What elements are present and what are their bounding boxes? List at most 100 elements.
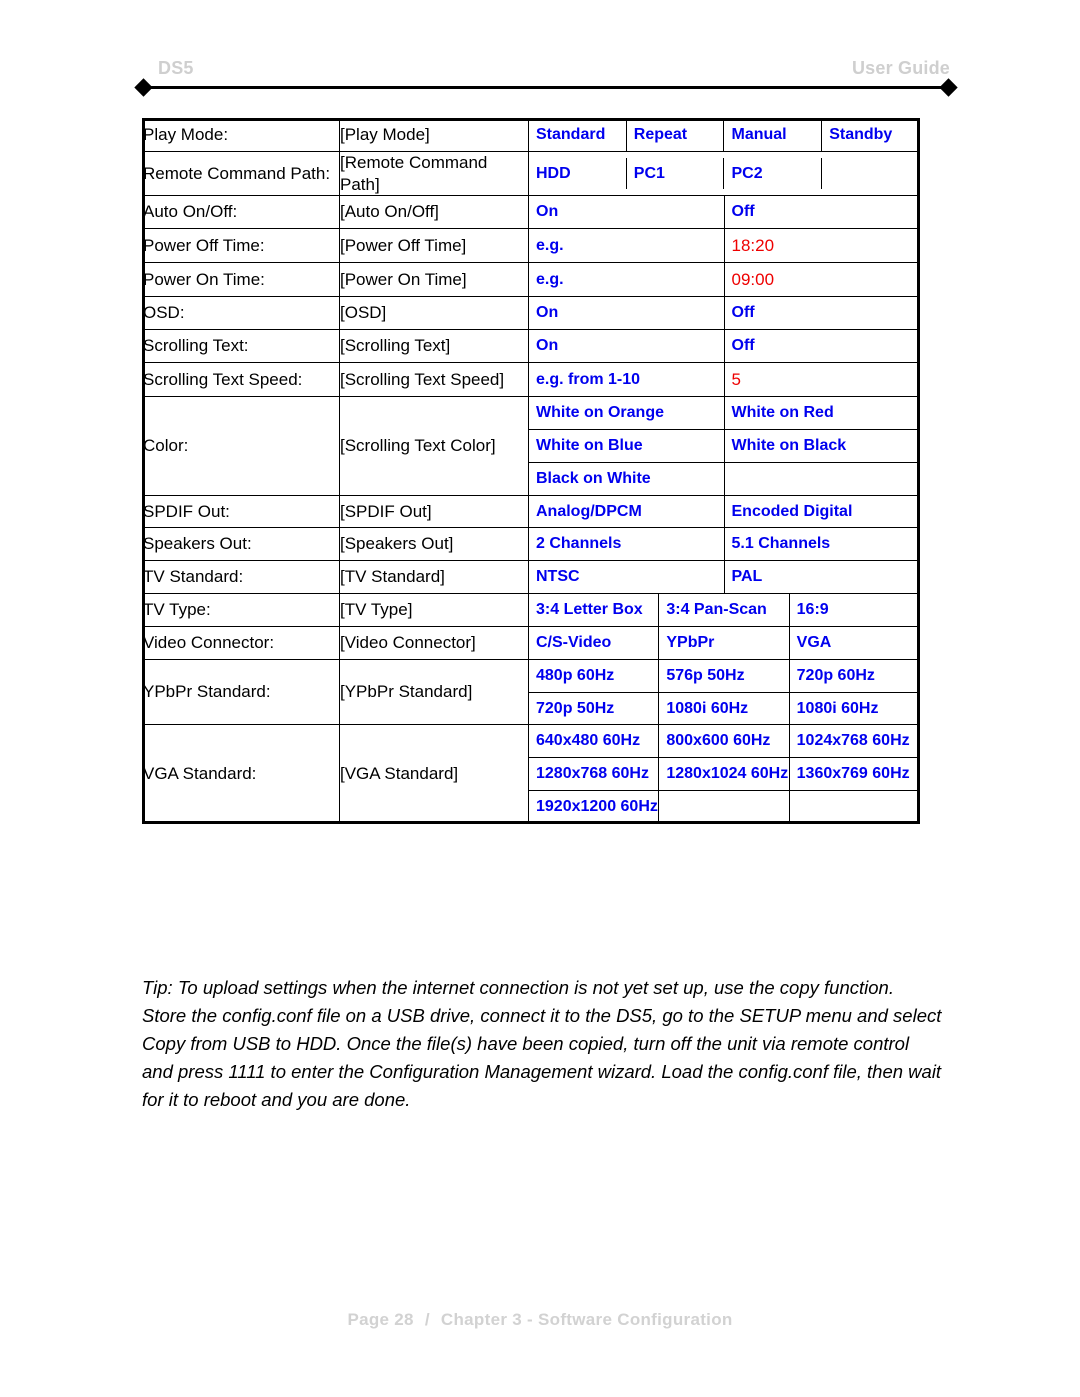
setting-options-cell: On Off — [528, 296, 920, 331]
option-choice[interactable]: 16:9 — [788, 594, 919, 626]
options-grid: 480p 60Hz 576p 50Hz 720p 60Hz 720p 50Hz 1080… — [529, 659, 919, 725]
option-cell-empty — [658, 789, 790, 823]
option-cell-empty — [788, 789, 919, 823]
settings-table: Play Mode: [Play Mode] Standard Repeat Manua… — [142, 118, 920, 824]
setting-token: [SPDIF Out] — [339, 494, 529, 529]
option-choice[interactable]: White on Red — [723, 397, 919, 430]
option-choice[interactable]: HDD — [529, 157, 627, 190]
options-grid: 3:4 Letter Box 3:4 Pan-Scan 16:9 — [529, 594, 919, 626]
option-choice[interactable]: Manual — [723, 119, 823, 151]
setting-token: [Auto On/Off] — [339, 195, 529, 230]
option-choice[interactable]: 1080i 60Hz — [788, 691, 919, 725]
setting-token: [TV Type] — [339, 593, 529, 627]
setting-token: [YPbPr Standard] — [339, 658, 529, 726]
setting-label: Scrolling Text: — [142, 329, 340, 363]
setting-options-cell: White on Orange White on Red White on Blue… — [528, 396, 920, 496]
option-choice[interactable]: e.g. — [529, 229, 725, 263]
option-choice[interactable]: 5.1 Channels — [723, 528, 919, 561]
option-choice[interactable]: C/S-Video — [529, 626, 660, 659]
options-row: Black on White — [529, 461, 919, 495]
setting-token: [Video Connector] — [339, 625, 529, 660]
option-choice[interactable]: Off — [723, 297, 919, 330]
option-choice[interactable]: On — [529, 297, 725, 330]
setting-token: [Scrolling Text Color] — [339, 396, 529, 496]
option-value[interactable]: 09:00 — [723, 263, 919, 297]
option-choice[interactable]: 576p 50Hz — [658, 659, 790, 693]
setting-options-cell: NTSC PAL — [528, 560, 920, 595]
option-choice[interactable]: Off — [723, 196, 919, 229]
option-choice[interactable]: 480p 60Hz — [529, 659, 660, 693]
option-choice[interactable]: 720p 60Hz — [788, 659, 919, 693]
diamond-left-icon — [134, 78, 153, 97]
table-row: VGA Standard: [VGA Standard] 640x480 60Hz 8… — [142, 724, 920, 824]
tip-paragraph: Tip: To upload settings when the interne… — [142, 976, 942, 1110]
option-choice[interactable]: White on Orange — [529, 397, 725, 430]
options-row: e.g. from 1-10 5 — [529, 362, 919, 397]
option-choice[interactable]: On — [529, 196, 725, 229]
options-row: Analog/DPCM Encoded Digital — [529, 495, 919, 528]
option-choice[interactable]: 720p 50Hz — [529, 691, 660, 725]
option-choice[interactable]: 1920x1200 60Hz — [529, 789, 660, 823]
table-row: Remote Command Path: [Remote Command Path… — [142, 150, 920, 197]
options-row: NTSC PAL — [529, 561, 919, 594]
table-row: OSD: [OSD] On Off — [142, 296, 920, 331]
options-row: Standard Repeat Manual Standby — [529, 119, 919, 151]
option-choice[interactable]: 1080i 60Hz — [658, 691, 790, 725]
options-row: On Off — [529, 330, 919, 362]
table-row: Video Connector: [Video Connector] C/S-Vid… — [142, 625, 920, 660]
option-choice[interactable]: 1024x768 60Hz — [788, 725, 919, 759]
option-choice[interactable]: NTSC — [529, 561, 725, 594]
option-choice[interactable]: Standby — [821, 119, 919, 151]
option-choice[interactable]: YPbPr — [658, 626, 790, 659]
option-choice[interactable]: Analog/DPCM — [529, 495, 725, 528]
options-row: e.g. 18:20 — [529, 229, 919, 263]
options-grid: e.g. 18:20 — [529, 229, 919, 263]
setting-token: [Play Mode] — [339, 118, 529, 152]
setting-label: Power On Time: — [142, 262, 340, 298]
options-row: 1920x1200 60Hz — [529, 789, 919, 823]
header-divider-line — [142, 86, 950, 89]
option-choice[interactable]: 1280x1024 60Hz — [658, 757, 790, 791]
setting-label: TV Standard: — [142, 560, 340, 595]
option-choice[interactable]: e.g. — [529, 263, 725, 297]
option-choice[interactable]: 3:4 Pan-Scan — [658, 594, 790, 626]
setting-token: [Power Off Time] — [339, 228, 529, 264]
option-choice[interactable]: e.g. from 1-10 — [529, 362, 725, 397]
option-choice[interactable]: 1280x768 60Hz — [529, 757, 660, 791]
option-choice[interactable]: PC1 — [625, 157, 725, 190]
option-choice[interactable]: White on Blue — [529, 428, 725, 463]
option-choice[interactable]: Repeat — [625, 119, 725, 151]
option-choice[interactable]: PC2 — [723, 157, 823, 190]
option-choice[interactable]: 3:4 Letter Box — [529, 594, 660, 626]
option-value[interactable]: 5 — [723, 362, 919, 397]
setting-options-cell: HDD PC1 PC2 — [528, 150, 920, 197]
option-choice[interactable]: Off — [723, 330, 919, 362]
setting-options-cell: 2 Channels 5.1 Channels — [528, 527, 920, 562]
option-choice[interactable]: 800x600 60Hz — [658, 725, 790, 759]
setting-token: [Scrolling Text Speed] — [339, 361, 529, 398]
footer-separator: / — [424, 1310, 430, 1329]
option-choice[interactable]: Standard — [529, 119, 627, 151]
option-choice[interactable]: Black on White — [529, 461, 725, 495]
option-choice[interactable]: 640x480 60Hz — [529, 725, 660, 759]
page-header: DS5 User Guide — [0, 0, 1080, 100]
option-cell-empty — [821, 157, 919, 190]
table-row: YPbPr Standard: [YPbPr Standard] 480p 60Hz… — [142, 658, 920, 726]
setting-options-cell: 640x480 60Hz 800x600 60Hz 1024x768 60Hz 128… — [528, 724, 920, 824]
options-grid: NTSC PAL — [529, 561, 919, 594]
option-choice[interactable]: White on Black — [723, 428, 919, 463]
setting-label: VGA Standard: — [142, 724, 340, 824]
option-choice[interactable]: 1360x769 60Hz — [788, 757, 919, 791]
option-choice[interactable]: PAL — [723, 561, 919, 594]
option-value[interactable]: 18:20 — [723, 229, 919, 263]
options-row: White on Orange White on Red — [529, 397, 919, 430]
setting-label: SPDIF Out: — [142, 494, 340, 529]
options-row: 480p 60Hz 576p 50Hz 720p 60Hz — [529, 659, 919, 693]
setting-options-cell: e.g. from 1-10 5 — [528, 361, 920, 398]
option-choice[interactable]: Encoded Digital — [723, 495, 919, 528]
setting-options-cell: e.g. 18:20 — [528, 228, 920, 264]
option-choice[interactable]: 2 Channels — [529, 528, 725, 561]
setting-options-cell: Analog/DPCM Encoded Digital — [528, 494, 920, 529]
option-choice[interactable]: On — [529, 330, 725, 362]
option-choice[interactable]: VGA — [788, 626, 919, 659]
